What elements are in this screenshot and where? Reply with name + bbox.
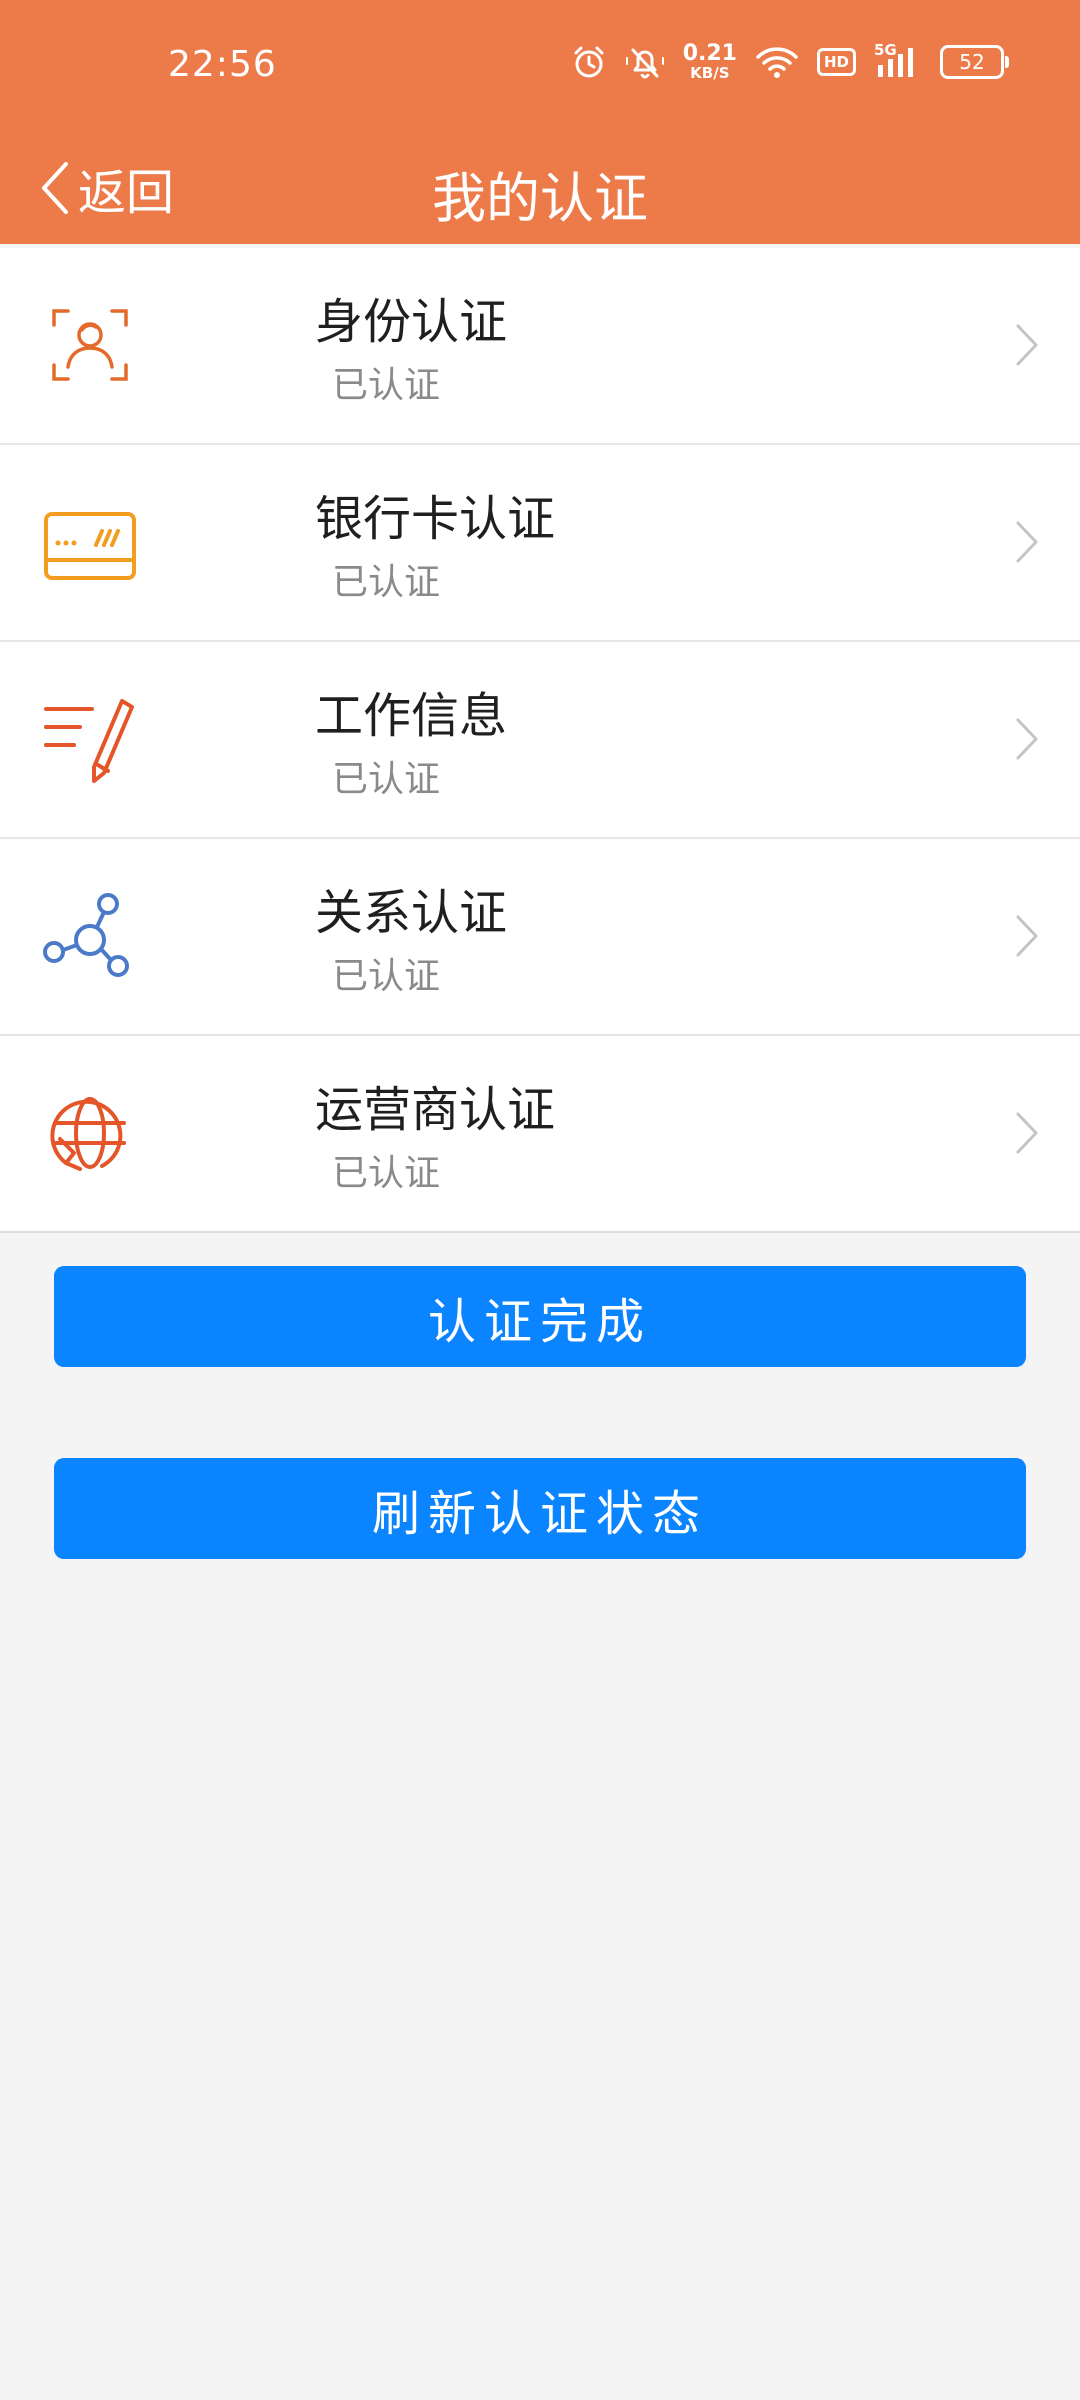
- status-bar: 22:56 0.21 KB/S HD 5G 52: [0, 0, 1080, 130]
- item-status: 已认证: [332, 956, 441, 997]
- bank-card-icon: [44, 512, 136, 580]
- list-item-work-info[interactable]: 工作信息 已认证: [0, 642, 1080, 839]
- network-speed-unit: KB/S: [690, 64, 730, 82]
- refresh-status-button[interactable]: 刷新认证状态: [54, 1458, 1026, 1559]
- alarm-icon: [574, 46, 604, 78]
- network-speed: 0.21 KB/S: [683, 43, 737, 81]
- list-item-bank-card[interactable]: 银行卡认证 已认证: [0, 445, 1080, 642]
- face-scan-icon: [52, 309, 128, 381]
- edit-pen-icon: [44, 699, 134, 783]
- chevron-right-icon: [1016, 1112, 1038, 1154]
- battery-level: 52: [959, 50, 985, 74]
- wifi-icon: [756, 47, 798, 78]
- battery-icon: 52: [940, 45, 1009, 79]
- item-title: 身份认证: [315, 294, 508, 350]
- complete-button[interactable]: 认证完成: [54, 1266, 1026, 1367]
- item-status: 已认证: [332, 562, 441, 603]
- chevron-right-icon: [1016, 324, 1038, 366]
- chevron-right-icon: [1016, 521, 1038, 563]
- item-status: 已认证: [332, 365, 441, 406]
- item-title: 运营商认证: [315, 1082, 556, 1138]
- signal-icon: [878, 48, 913, 77]
- network-speed-value: 0.21: [682, 41, 737, 66]
- item-title: 工作信息: [315, 688, 508, 744]
- page-title: 我的认证: [432, 167, 648, 230]
- list-item-identity[interactable]: 身份认证 已认证: [0, 248, 1080, 445]
- item-title: 银行卡认证: [315, 491, 556, 547]
- globe-phone-icon: [50, 1097, 126, 1171]
- hd-badge: HD: [816, 48, 856, 76]
- network-nodes-icon: [43, 893, 129, 977]
- chevron-right-icon: [1016, 915, 1038, 957]
- status-time: 22:56: [168, 44, 277, 85]
- nav-bar: 返回 我的认证: [0, 130, 1080, 244]
- item-title: 关系认证: [315, 885, 508, 941]
- list-item-carrier[interactable]: 运营商认证 已认证: [0, 1036, 1080, 1231]
- status-icons: 0.21 KB/S HD 5G 52: [571, 40, 1009, 84]
- list-item-relationship[interactable]: 关系认证 已认证: [0, 839, 1080, 1036]
- chevron-right-icon: [1016, 718, 1038, 760]
- certification-list: 身份认证 已认证 银行卡认证 已认证 工作信息 已认证 关系认证 已认证 运营商…: [0, 248, 1080, 1233]
- cell-signal: 5G: [874, 41, 922, 79]
- bell-muted-icon: [625, 48, 664, 79]
- item-status: 已认证: [332, 759, 441, 800]
- item-status: 已认证: [332, 1153, 441, 1194]
